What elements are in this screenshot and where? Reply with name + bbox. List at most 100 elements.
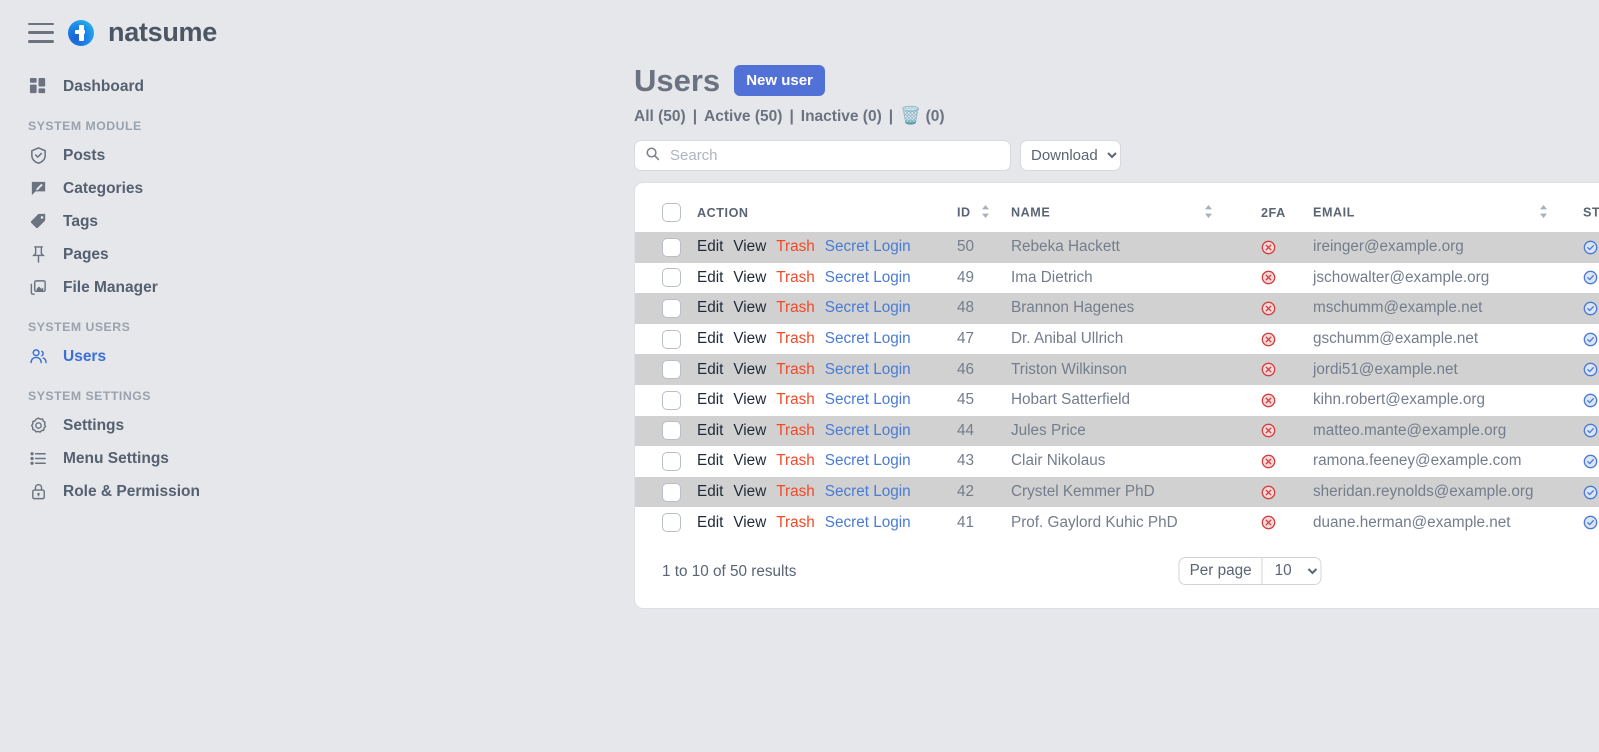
- table-row[interactable]: Edit View Trash Secret Login 44 Jules Price ma…: [635, 415, 1599, 447]
- edit-link[interactable]: Edit: [697, 483, 723, 500]
- trash-link[interactable]: Trash: [776, 269, 815, 286]
- edit-link[interactable]: Edit: [697, 330, 723, 347]
- sort-icon[interactable]: [1539, 204, 1548, 221]
- separator: |: [789, 107, 794, 125]
- col-email[interactable]: EMAIL: [1313, 195, 1583, 232]
- table-row[interactable]: Edit View Trash Secret Login 46 Triston Wilki…: [635, 354, 1599, 385]
- new-user-button[interactable]: New user: [734, 65, 825, 96]
- table-row[interactable]: Edit View Trash Secret Login 48 Brannon Hagen…: [635, 293, 1599, 324]
- trash-link[interactable]: Trash: [776, 422, 815, 439]
- per-page-select[interactable]: 102550100: [1262, 557, 1321, 584]
- edit-link[interactable]: Edit: [697, 422, 723, 439]
- secret-login-link[interactable]: Secret Login: [825, 452, 911, 469]
- trash-link[interactable]: Trash: [776, 452, 815, 469]
- sidebar-item-users[interactable]: Users: [0, 340, 317, 373]
- sidebar-item-posts[interactable]: Posts: [0, 139, 317, 172]
- sidebar-item-label: Settings: [63, 416, 125, 434]
- view-link[interactable]: View: [733, 391, 766, 408]
- secret-login-link[interactable]: Secret Login: [825, 269, 911, 286]
- sort-icon[interactable]: [1204, 204, 1213, 221]
- secret-login-link[interactable]: Secret Login: [825, 361, 911, 378]
- table-row[interactable]: Edit View Trash Secret Login 42 Crystel Kemme…: [635, 476, 1599, 508]
- row-actions: Edit View Trash Secret Login: [697, 263, 957, 294]
- results-count: 1 to 10 of 50 results: [662, 562, 797, 580]
- sidebar-item-settings[interactable]: Settings: [0, 409, 317, 442]
- row-checkbox[interactable]: [662, 237, 681, 257]
- sidebar-item-tags[interactable]: Tags: [0, 205, 317, 238]
- sidebar-item-file-manager[interactable]: File Manager: [0, 271, 317, 304]
- sidebar-item-role-permission[interactable]: Role & Permission: [0, 475, 317, 508]
- edit-link[interactable]: Edit: [697, 361, 723, 378]
- view-link[interactable]: View: [733, 299, 766, 316]
- trash-link[interactable]: Trash: [776, 238, 815, 255]
- trash-link[interactable]: Trash: [776, 361, 815, 378]
- secret-login-link[interactable]: Secret Login: [825, 238, 911, 255]
- edit-link[interactable]: Edit: [697, 269, 723, 286]
- secret-login-link[interactable]: Secret Login: [825, 422, 911, 439]
- secret-login-link[interactable]: Secret Login: [825, 483, 911, 500]
- col-id[interactable]: ID: [957, 195, 1011, 232]
- status-filter-inactive[interactable]: Inactive (0): [801, 108, 882, 126]
- view-link[interactable]: View: [733, 269, 766, 286]
- table-row[interactable]: Edit View Trash Secret Login 47 Dr. Anibal Ul…: [635, 324, 1599, 355]
- view-link[interactable]: View: [733, 330, 766, 347]
- search-input[interactable]: [668, 146, 1000, 165]
- view-link[interactable]: View: [733, 361, 766, 378]
- view-link[interactable]: View: [733, 422, 766, 439]
- col-status[interactable]: STATUS: [1583, 195, 1599, 232]
- sidebar-item-pages[interactable]: Pages: [0, 238, 317, 271]
- table-footer: 1 to 10 of 50 results Per page 102550100…: [635, 538, 1599, 608]
- edit-link[interactable]: Edit: [697, 238, 723, 255]
- edit-link[interactable]: Edit: [697, 452, 723, 469]
- view-link[interactable]: View: [733, 514, 766, 531]
- row-name: Triston Wilkinson: [1011, 360, 1127, 378]
- sidebar-item-label: File Manager: [63, 278, 158, 296]
- table-row[interactable]: Edit View Trash Secret Login 41 Prof. Gaylord…: [635, 507, 1599, 538]
- trash-link[interactable]: Trash: [776, 483, 815, 500]
- edit-link[interactable]: Edit: [697, 299, 723, 316]
- row-select-cell: [635, 477, 697, 508]
- row-checkbox[interactable]: [662, 268, 681, 288]
- row-id: 45: [957, 391, 975, 409]
- row-id: 48: [957, 299, 975, 317]
- view-link[interactable]: View: [733, 483, 766, 500]
- table-row[interactable]: Edit View Trash Secret Login 43 Clair Nikolau…: [635, 446, 1599, 477]
- secret-login-link[interactable]: Secret Login: [825, 514, 911, 531]
- trash-link[interactable]: Trash: [776, 299, 815, 316]
- users-table: ACTION ID NAME 2FA EMAIL ST Edit View Tr…: [635, 195, 1599, 538]
- row-checkbox[interactable]: [662, 360, 681, 380]
- secret-login-link[interactable]: Secret Login: [825, 299, 911, 316]
- select-all-checkbox[interactable]: [662, 203, 681, 222]
- trash-link[interactable]: Trash: [776, 330, 815, 347]
- view-link[interactable]: View: [733, 238, 766, 255]
- table-row[interactable]: Edit View Trash Secret Login 49 Ima Dietrich j…: [635, 263, 1599, 294]
- row-checkbox[interactable]: [662, 298, 681, 318]
- row-checkbox[interactable]: [662, 451, 681, 471]
- status-filter-trash[interactable]: 🗑️ (0): [900, 107, 944, 126]
- status-filter-active[interactable]: Active (50): [704, 108, 782, 126]
- view-link[interactable]: View: [733, 452, 766, 469]
- table-row[interactable]: Edit View Trash Secret Login 50 Rebeka Hacket…: [635, 232, 1599, 263]
- secret-login-link[interactable]: Secret Login: [825, 330, 911, 347]
- row-checkbox[interactable]: [662, 329, 681, 349]
- edit-link[interactable]: Edit: [697, 391, 723, 408]
- hamburger-menu-icon[interactable]: [28, 22, 54, 43]
- secret-login-link[interactable]: Secret Login: [825, 391, 911, 408]
- sidebar: natsume Dashboard SYSTEM MODULE Posts Ca…: [0, 0, 317, 752]
- col-name[interactable]: NAME: [1011, 195, 1261, 232]
- sidebar-item-menu-settings[interactable]: Menu Settings: [0, 442, 317, 475]
- sidebar-item-categories[interactable]: Categories: [0, 172, 317, 205]
- row-checkbox[interactable]: [662, 513, 681, 533]
- row-checkbox[interactable]: [662, 482, 681, 502]
- trash-link[interactable]: Trash: [776, 391, 815, 408]
- row-checkbox[interactable]: [662, 390, 681, 410]
- sidebar-item-dashboard[interactable]: Dashboard: [0, 70, 317, 103]
- status-filter-all[interactable]: All (50): [634, 108, 686, 126]
- edit-link[interactable]: Edit: [697, 514, 723, 531]
- row-checkbox[interactable]: [662, 421, 681, 441]
- table-row[interactable]: Edit View Trash Secret Login 45 Hobart Satter…: [635, 385, 1599, 416]
- sort-icon[interactable]: [981, 204, 990, 221]
- trash-link[interactable]: Trash: [776, 514, 815, 531]
- search-box[interactable]: [634, 140, 1011, 171]
- download-select[interactable]: DownloadCSVExcelPDF: [1020, 140, 1121, 171]
